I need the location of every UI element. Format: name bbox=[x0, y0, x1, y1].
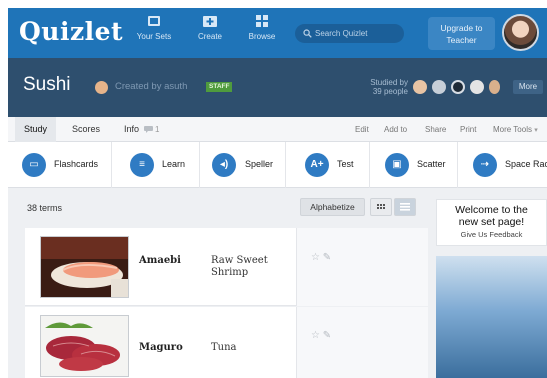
mode-scatter[interactable]: ▣ Scatter bbox=[370, 142, 458, 188]
quizlet-logo[interactable]: Quizlet bbox=[19, 17, 123, 46]
term-list-header: 38 terms Alphabetize bbox=[8, 188, 428, 228]
alphabetize-button[interactable]: Alphabetize bbox=[300, 198, 365, 216]
welcome-panel: Welcome to the new set page! Give Us Fee… bbox=[436, 199, 547, 246]
upgrade-label-line2: Teacher bbox=[446, 35, 477, 45]
pencil-icon[interactable]: ✎ bbox=[323, 330, 331, 341]
mode-scatter-label: Scatter bbox=[417, 159, 446, 169]
comment-icon bbox=[143, 126, 153, 133]
mode-test-label: Test bbox=[337, 159, 354, 169]
search-input[interactable]: Search Quizlet bbox=[295, 24, 404, 43]
term-tools: ☆ ✎ bbox=[296, 228, 428, 306]
set-tabs-row: Study Scores Info 1 Edit Add to Share Pr… bbox=[8, 117, 547, 142]
studied-by-count: Studied by 39 people bbox=[358, 78, 408, 96]
welcome-line1: Welcome to the bbox=[455, 204, 528, 216]
user-avatar[interactable] bbox=[502, 14, 539, 51]
top-navigation-bar: Quizlet Your Sets Create Browse Search Q… bbox=[8, 8, 547, 58]
add-to-link[interactable]: Add to bbox=[384, 117, 407, 142]
list-icon bbox=[400, 203, 410, 211]
owner-avatar-icon[interactable] bbox=[95, 81, 108, 94]
sets-icon bbox=[130, 15, 178, 28]
mode-learn-label: Learn bbox=[162, 159, 186, 169]
share-link[interactable]: Share bbox=[425, 117, 446, 142]
star-icon[interactable]: ☆ bbox=[311, 252, 320, 263]
nav-create[interactable]: Create bbox=[186, 15, 234, 41]
search-placeholder: Search Quizlet bbox=[315, 29, 368, 38]
print-link[interactable]: Print bbox=[460, 117, 476, 142]
tab-info[interactable]: Info 1 bbox=[115, 117, 169, 142]
test-icon: A+ bbox=[305, 153, 329, 177]
study-modes-row: ▭ Flashcards ≡ Learn ◂) Speller A+ Test … bbox=[8, 142, 547, 188]
term-tools-icons: ☆ ✎ bbox=[311, 252, 331, 263]
studier-avatar-icon[interactable] bbox=[451, 80, 465, 94]
term-image-tuna[interactable] bbox=[40, 315, 129, 377]
scatter-icon: ▣ bbox=[385, 153, 409, 177]
mode-speller-label: Speller bbox=[245, 159, 274, 169]
upgrade-label-line1: Upgrade to bbox=[440, 23, 483, 33]
more-tools-label: More Tools bbox=[493, 125, 532, 134]
promo-image bbox=[436, 256, 547, 378]
mode-space-race-label: Space Race bbox=[505, 159, 547, 169]
studier-avatar-icon[interactable] bbox=[470, 80, 484, 94]
browse-icon bbox=[238, 15, 286, 28]
staff-badge: STAFF bbox=[206, 82, 233, 92]
mode-test[interactable]: A+ Test bbox=[286, 142, 370, 188]
nav-create-label: Create bbox=[197, 32, 222, 41]
more-tools-link[interactable]: More Tools ▾ bbox=[493, 117, 538, 143]
create-icon bbox=[186, 15, 234, 28]
nav-your-sets[interactable]: Your Sets bbox=[130, 15, 178, 41]
tab-study[interactable]: Study bbox=[15, 117, 57, 142]
studier-avatar-icon[interactable] bbox=[432, 80, 446, 94]
grid-view-button[interactable] bbox=[370, 198, 392, 216]
term-word: Amaebi bbox=[139, 255, 181, 266]
nav-browse-label: Browse bbox=[248, 32, 276, 41]
term-tools: ☆ ✎ bbox=[296, 307, 428, 378]
tab-info-label: Info bbox=[124, 124, 140, 134]
term-row-content: Amaebi Raw Sweet Shrimp bbox=[25, 228, 296, 306]
space-race-icon: ⇢ bbox=[473, 153, 497, 177]
studied-by-label: Studied by bbox=[370, 78, 408, 87]
studier-avatar-icon[interactable] bbox=[413, 80, 427, 94]
term-row: Maguro Tuna ☆ ✎ bbox=[25, 307, 428, 378]
created-by-link[interactable]: Created by asuth bbox=[115, 81, 187, 92]
welcome-line2: new set page! bbox=[458, 216, 525, 228]
edit-link[interactable]: Edit bbox=[355, 117, 369, 142]
upgrade-to-teacher-button[interactable]: Upgrade to Teacher bbox=[428, 17, 495, 50]
learn-icon: ≡ bbox=[130, 153, 154, 177]
set-title: Sushi bbox=[23, 74, 71, 95]
term-image-shrimp[interactable] bbox=[40, 236, 129, 298]
term-row-content: Maguro Tuna bbox=[25, 307, 296, 378]
studier-avatar-icon[interactable] bbox=[489, 80, 500, 94]
tab-scores[interactable]: Scores bbox=[63, 117, 109, 142]
speaker-icon: ◂) bbox=[212, 153, 236, 177]
terms-count: 38 terms bbox=[27, 203, 63, 213]
tab-info-count: 1 bbox=[155, 125, 160, 134]
nav-browse[interactable]: Browse bbox=[238, 15, 286, 41]
mode-learn[interactable]: ≡ Learn bbox=[112, 142, 200, 188]
nav-your-sets-label: Your Sets bbox=[136, 32, 172, 41]
grid-icon bbox=[377, 204, 385, 209]
mode-flashcards[interactable]: ▭ Flashcards bbox=[8, 142, 112, 188]
mode-speller[interactable]: ◂) Speller bbox=[200, 142, 286, 188]
list-view-button[interactable] bbox=[394, 198, 416, 216]
chevron-down-icon: ▾ bbox=[534, 127, 538, 134]
set-title-bar: Sushi Created by asuth STAFF Studied by … bbox=[8, 58, 547, 117]
mode-space-race[interactable]: ⇢ Space Race bbox=[458, 142, 547, 188]
studied-by-people: 39 people bbox=[372, 87, 408, 96]
term-tools-icons: ☆ ✎ bbox=[311, 330, 331, 341]
term-word: Maguro bbox=[139, 342, 183, 353]
star-icon[interactable]: ☆ bbox=[311, 330, 320, 341]
pencil-icon[interactable]: ✎ bbox=[323, 252, 331, 263]
search-icon bbox=[303, 29, 312, 38]
give-feedback-link[interactable]: Give Us Feedback bbox=[437, 230, 546, 239]
flashcards-icon: ▭ bbox=[22, 153, 46, 177]
term-row: Amaebi Raw Sweet Shrimp ☆ ✎ bbox=[25, 228, 428, 306]
mode-flashcards-label: Flashcards bbox=[54, 159, 99, 169]
quizlet-window: Quizlet Your Sets Create Browse Search Q… bbox=[8, 8, 547, 378]
term-definition: Raw Sweet Shrimp bbox=[211, 255, 268, 278]
term-definition: Tuna bbox=[211, 342, 237, 353]
more-studiers-button[interactable]: More bbox=[513, 80, 543, 94]
